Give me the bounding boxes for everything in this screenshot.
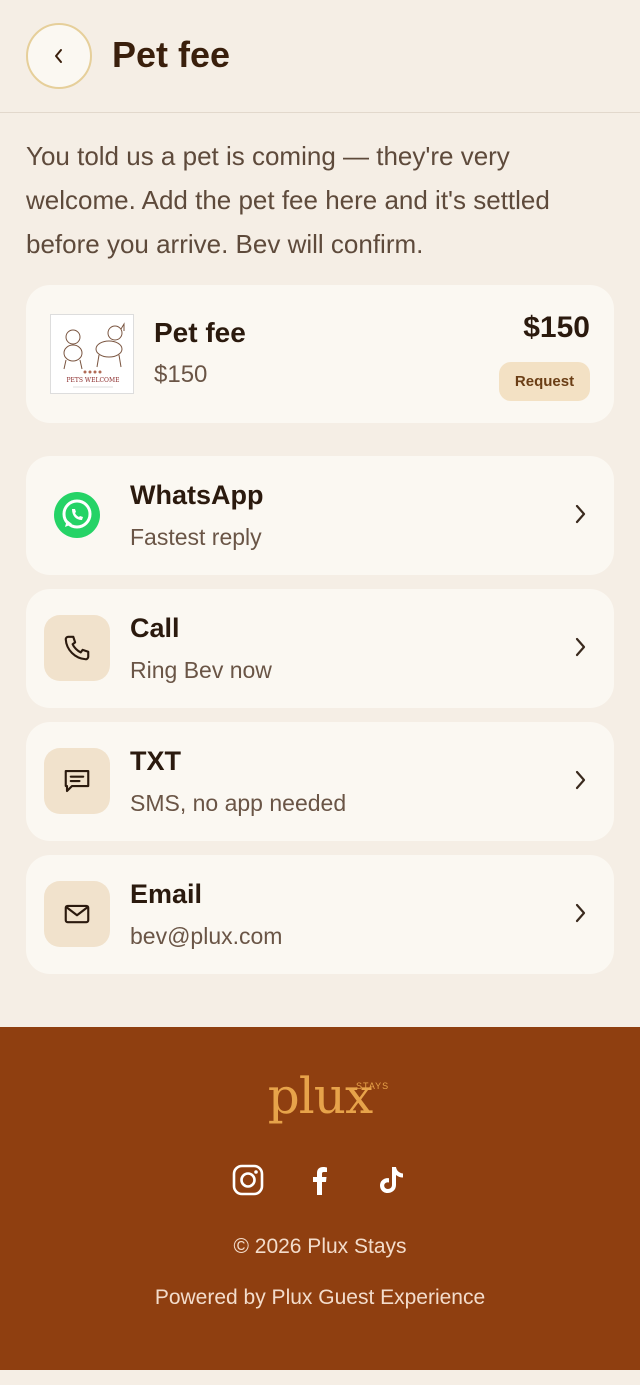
request-button[interactable]: Request — [499, 362, 590, 401]
contact-title: Email — [130, 879, 203, 909]
message-icon — [44, 748, 110, 814]
contact-call[interactable]: Call Ring Bev now — [26, 589, 614, 708]
logo-wordmark: plux — [267, 1067, 373, 1125]
contact-whatsapp[interactable]: WhatsApp Fastest reply — [26, 456, 614, 575]
phone-icon — [44, 615, 110, 681]
chevron-right-icon — [575, 637, 586, 657]
facebook-icon[interactable] — [304, 1164, 336, 1196]
contact-title: WhatsApp — [130, 480, 264, 510]
powered-by: Powered by Plux Guest Experience — [154, 1286, 486, 1309]
social-links — [0, 1164, 640, 1196]
page-title: Pet fee — [112, 34, 231, 75]
chevron-right-icon — [575, 903, 586, 923]
back-button[interactable] — [26, 23, 92, 89]
fee-price: $150 — [523, 311, 590, 344]
pet-fee-card: PETS WELCOME Pet fee $150 $150 Request — [26, 285, 614, 423]
copyright: © 2026 Plux Stays — [233, 1235, 407, 1258]
contact-subtitle: Fastest reply — [130, 524, 262, 550]
whatsapp-icon — [44, 482, 110, 548]
plux-logo[interactable]: plux — [0, 1067, 640, 1125]
contact-subtitle: SMS, no app needed — [130, 790, 347, 816]
contact-subtitle: Ring Bev now — [130, 657, 272, 683]
pets-welcome-image: PETS WELCOME — [50, 314, 134, 394]
footer: plux STAYS © 2026 Plux Stays Powered by … — [0, 1027, 640, 1370]
mail-icon — [44, 881, 110, 947]
fee-subtitle: $150 — [154, 361, 208, 388]
logo-subtitle: STAYS — [356, 1081, 390, 1091]
contact-title: Call — [130, 613, 180, 643]
page-header: Pet fee — [0, 0, 640, 113]
contact-title: TXT — [130, 746, 181, 776]
contact-subtitle: bev@plux.com — [130, 923, 283, 949]
tiktok-icon[interactable] — [376, 1164, 408, 1196]
chevron-left-icon — [55, 49, 62, 63]
fee-name: Pet fee — [154, 317, 246, 348]
svg-text:PETS WELCOME: PETS WELCOME — [66, 377, 119, 384]
intro-text: You told us a pet is coming — they're ve… — [26, 141, 550, 259]
instagram-icon[interactable] — [232, 1164, 264, 1196]
chevron-right-icon — [575, 770, 586, 790]
chevron-right-icon — [575, 504, 586, 524]
contact-email[interactable]: Email bev@plux.com — [26, 855, 614, 974]
contact-txt[interactable]: TXT SMS, no app needed — [26, 722, 614, 841]
